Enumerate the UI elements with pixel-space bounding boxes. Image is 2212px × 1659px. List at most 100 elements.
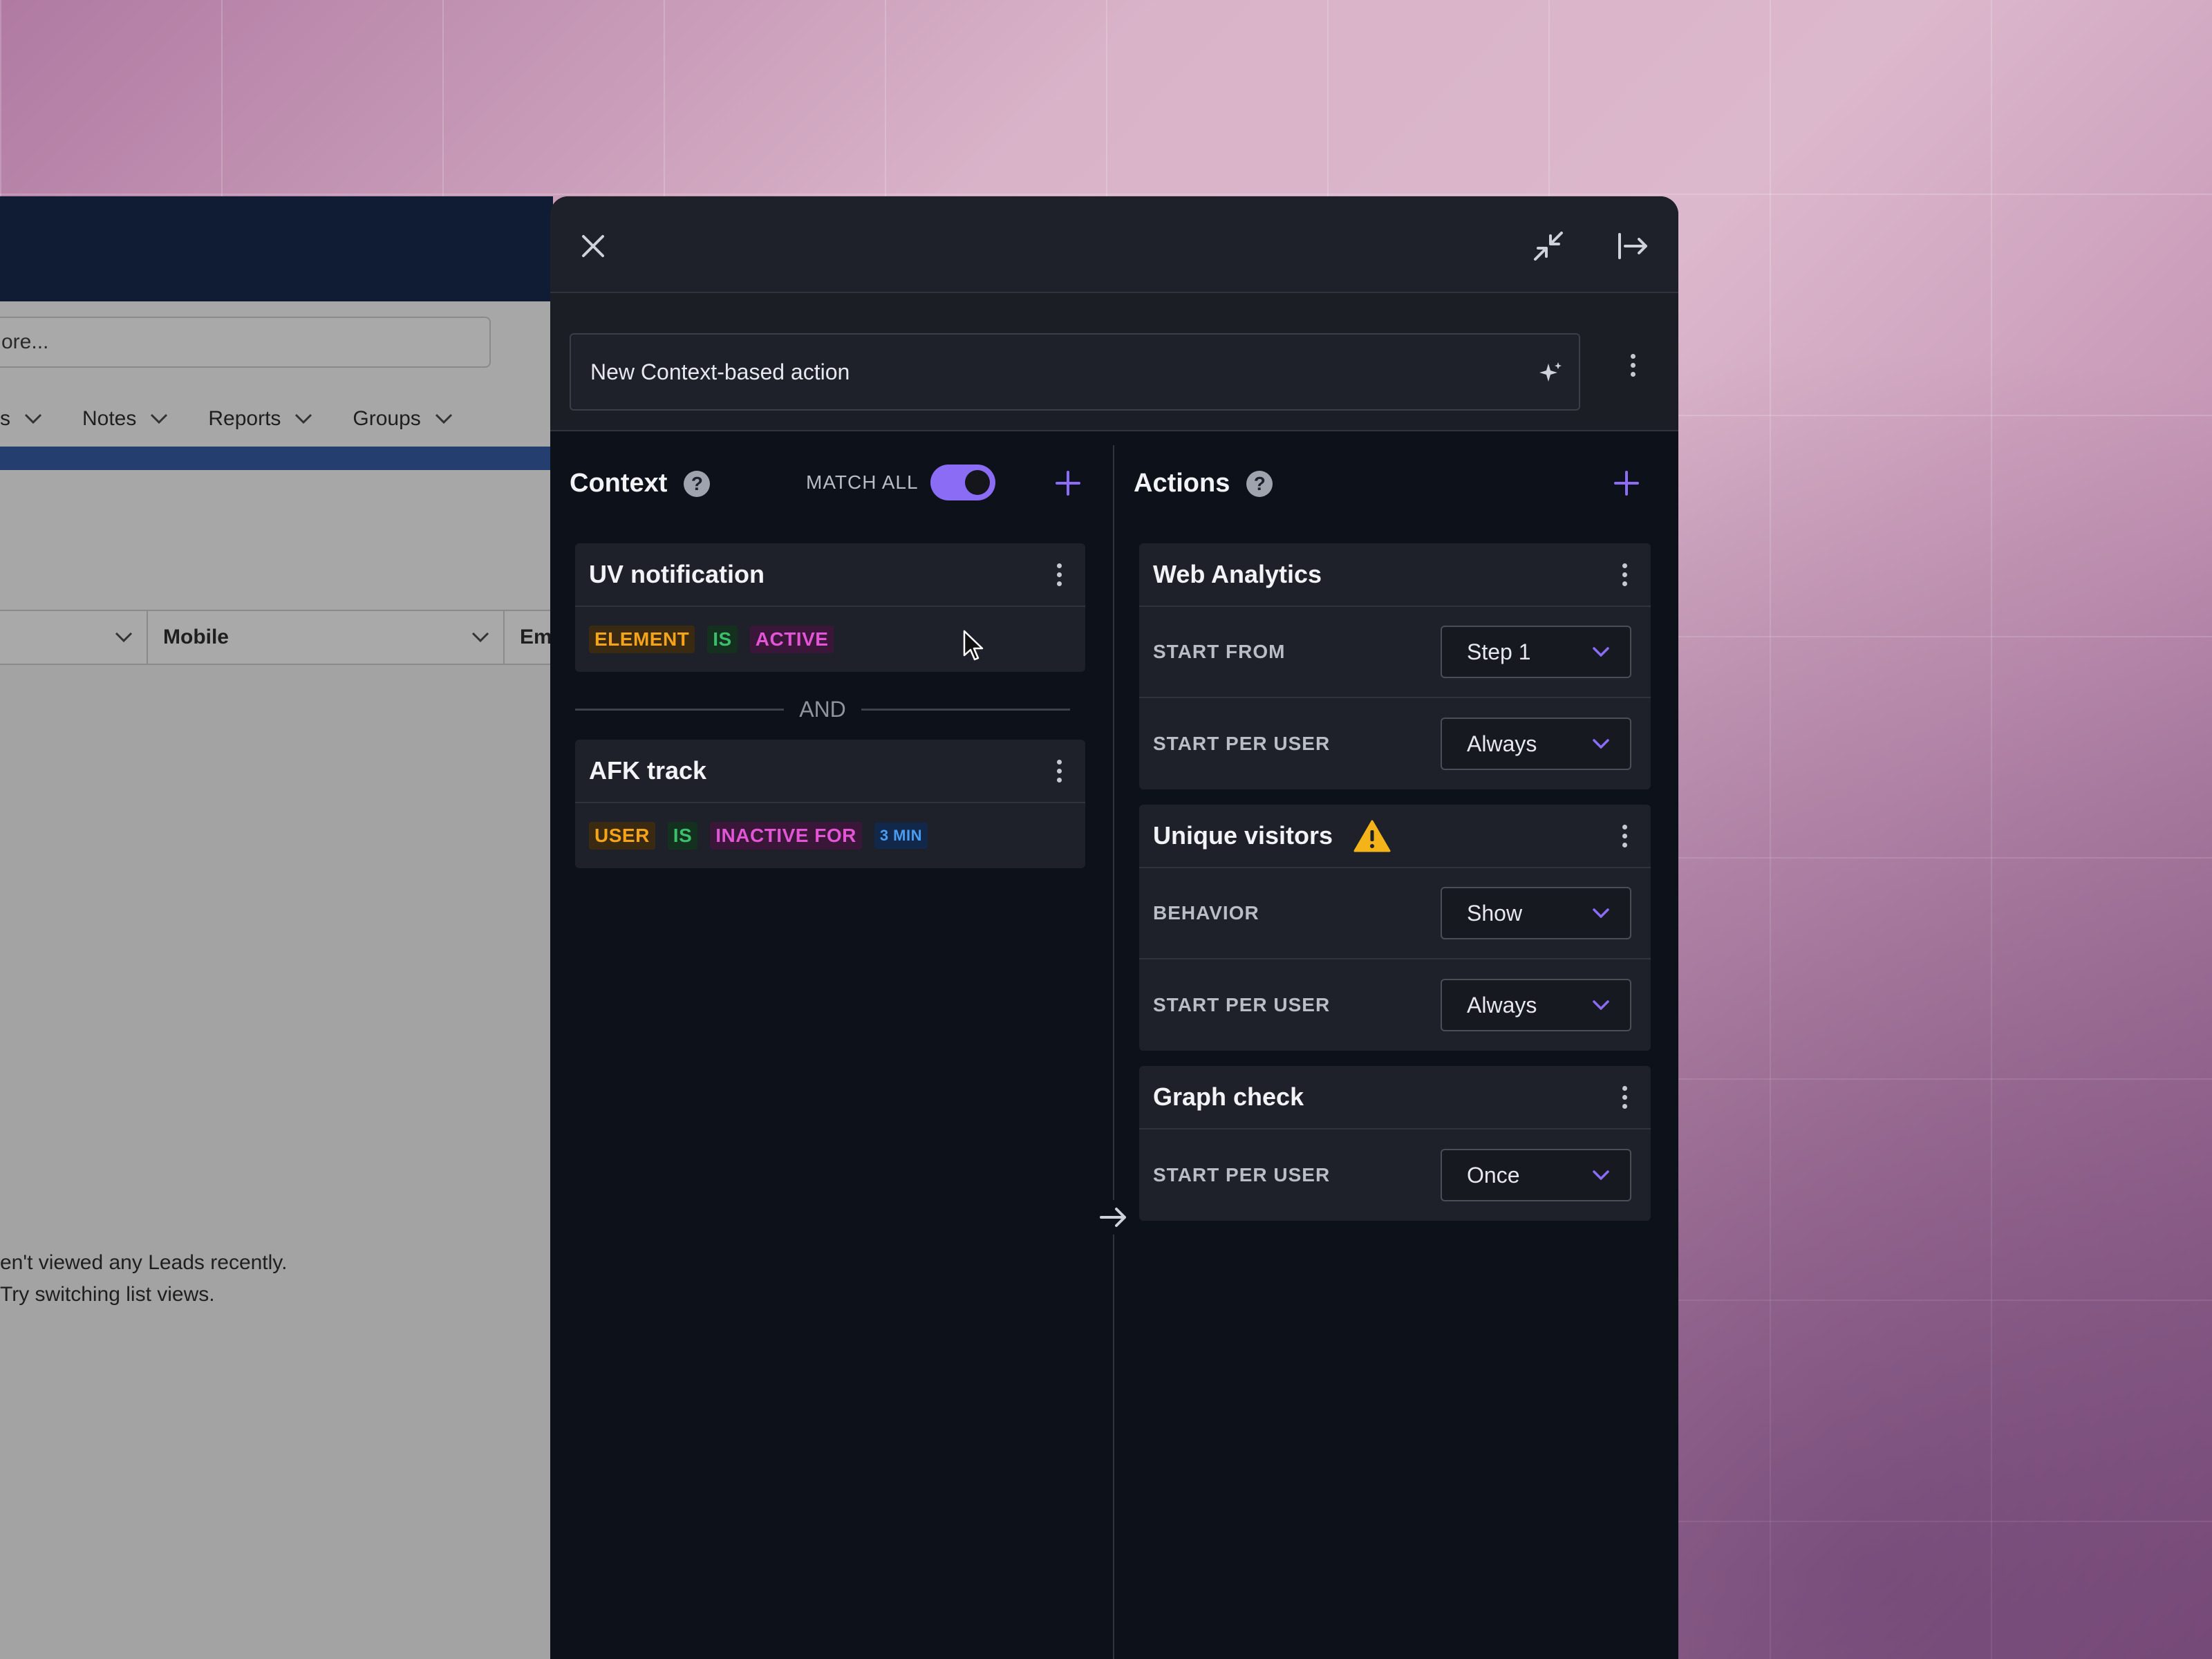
field-row-behavior: BEHAVIOR Show	[1139, 868, 1651, 959]
context-action-panel: New Context-based action Context ? MATCH…	[550, 196, 1678, 1659]
action-name-input[interactable]: New Context-based action	[570, 333, 1580, 411]
chevron-down-icon	[1593, 739, 1609, 749]
condition-chips: ELEMENT IS ACTIVE	[575, 607, 1085, 672]
chevron-down-icon	[471, 632, 489, 643]
chip-operator: IS	[667, 822, 698, 850]
more-icon[interactable]	[1052, 563, 1066, 586]
crm-empty-line: Try switching list views.	[0, 1283, 215, 1306]
chip-subject: ELEMENT	[589, 626, 695, 653]
crm-nav-label: Notes	[82, 407, 137, 430]
field-label: START PER USER	[1153, 733, 1331, 754]
action-card-web-analytics[interactable]: Web Analytics START FROM Step 1 START PE…	[1139, 543, 1651, 789]
select-value: Show	[1467, 900, 1523, 926]
field-row-start-per-user: START PER USER Always	[1139, 698, 1651, 789]
sparkle-icon[interactable]	[1536, 359, 1564, 393]
title-more-icon[interactable]	[1626, 354, 1640, 377]
chip-state: ACTIVE	[749, 626, 834, 653]
background-crm-app: ore... s Notes Reports Groups Mobile Em	[0, 196, 553, 1659]
chevron-down-icon	[1593, 908, 1609, 918]
field-label: START PER USER	[1153, 1164, 1331, 1185]
chevron-down-icon	[435, 413, 452, 424]
chip-state: INACTIVE FOR	[710, 822, 862, 850]
context-title-text: Context	[570, 469, 668, 498]
crm-column-mobile[interactable]: Mobile	[149, 611, 505, 664]
field-row-start-from: START FROM Step 1	[1139, 607, 1651, 698]
action-name-value: New Context-based action	[590, 359, 850, 384]
warning-icon	[1353, 820, 1391, 852]
help-icon[interactable]: ?	[684, 470, 711, 497]
crm-nav-label: Reports	[208, 407, 281, 430]
crm-top-bar	[0, 196, 553, 301]
crm-empty-message: en't viewed any Leads recently. Try swit…	[0, 1247, 287, 1311]
crm-nav-label: s	[0, 407, 10, 430]
action-card-unique-visitors[interactable]: Unique visitors BEHAVIOR Show START PER …	[1139, 805, 1651, 1051]
start-per-user-select[interactable]: Once	[1441, 1149, 1631, 1201]
and-label: AND	[799, 696, 846, 722]
field-label: START FROM	[1153, 641, 1286, 662]
action-card-graph-check[interactable]: Graph check START PER USER Once	[1139, 1066, 1651, 1221]
add-action-button[interactable]	[1611, 467, 1642, 499]
add-context-button[interactable]	[1052, 467, 1084, 499]
arrow-right-icon	[1096, 1200, 1131, 1235]
condition-chips: USER IS INACTIVE FOR 3 MIN	[575, 803, 1085, 868]
context-card-uv-notification[interactable]: UV notification ELEMENT IS ACTIVE	[575, 543, 1085, 672]
card-title: Web Analytics	[1153, 560, 1322, 588]
start-per-user-select[interactable]: Always	[1441, 979, 1631, 1031]
context-title: Context ?	[570, 469, 711, 498]
select-value: Always	[1467, 731, 1537, 756]
crm-nav-item-groups[interactable]: Groups	[353, 407, 452, 431]
more-icon[interactable]	[1618, 824, 1631, 847]
card-title: AFK track	[589, 756, 707, 785]
crm-nav-bar: s Notes Reports Groups	[0, 398, 493, 440]
crm-nav-item[interactable]: s	[0, 407, 42, 431]
crm-nav-label: Groups	[353, 407, 421, 430]
crm-table-header: Mobile Em	[0, 610, 553, 665]
more-icon[interactable]	[1052, 759, 1066, 782]
column-divider	[1113, 445, 1114, 1659]
close-icon[interactable]	[578, 231, 608, 261]
chevron-down-icon	[1593, 1170, 1609, 1180]
actions-title-text: Actions	[1134, 469, 1230, 498]
chevron-down-icon	[1593, 1000, 1609, 1010]
panel-header	[550, 196, 1678, 293]
start-per-user-select[interactable]: Always	[1441, 718, 1631, 770]
help-icon[interactable]: ?	[1246, 470, 1273, 497]
card-header: Unique visitors	[1139, 805, 1651, 868]
behavior-select[interactable]: Show	[1441, 887, 1631, 939]
toggle-knob	[965, 470, 990, 495]
context-card-afk-track[interactable]: AFK track USER IS INACTIVE FOR 3 MIN	[575, 740, 1085, 868]
card-title: Graph check	[1153, 1082, 1304, 1111]
crm-banner-band	[0, 447, 553, 470]
actions-title: Actions ?	[1134, 469, 1273, 498]
card-title: Unique visitors	[1153, 821, 1333, 850]
card-header: UV notification	[575, 543, 1085, 607]
collapse-icon[interactable]	[1530, 228, 1566, 264]
chevron-down-icon	[1593, 647, 1609, 657]
chevron-down-icon	[24, 413, 42, 424]
card-header: AFK track	[575, 740, 1085, 803]
crm-column-header[interactable]	[0, 611, 148, 664]
chevron-down-icon	[151, 413, 168, 424]
start-from-select[interactable]: Step 1	[1441, 626, 1631, 678]
dock-right-icon[interactable]	[1615, 228, 1651, 264]
crm-nav-item-notes[interactable]: Notes	[82, 407, 168, 431]
crm-column-email[interactable]: Em	[506, 611, 553, 664]
crm-column-label: Mobile	[163, 626, 229, 648]
title-bar: New Context-based action	[550, 293, 1678, 431]
chip-duration: 3 MIN	[874, 823, 928, 849]
crm-search-input[interactable]: ore...	[0, 317, 491, 368]
more-icon[interactable]	[1618, 1085, 1631, 1109]
chip-operator: IS	[707, 626, 738, 653]
field-row-start-per-user: START PER USER Always	[1139, 959, 1651, 1051]
more-icon[interactable]	[1618, 563, 1631, 586]
card-title: UV notification	[589, 560, 765, 588]
match-all-toggle[interactable]	[930, 465, 995, 500]
select-value: Always	[1467, 992, 1537, 1018]
chevron-down-icon	[115, 632, 133, 643]
match-all-label: MATCH ALL	[806, 471, 919, 493]
select-value: Once	[1467, 1162, 1520, 1188]
chip-subject: USER	[589, 822, 655, 850]
field-label: START PER USER	[1153, 994, 1331, 1015]
crm-nav-item-reports[interactable]: Reports	[208, 407, 312, 431]
crm-empty-line: en't viewed any Leads recently.	[0, 1251, 288, 1274]
